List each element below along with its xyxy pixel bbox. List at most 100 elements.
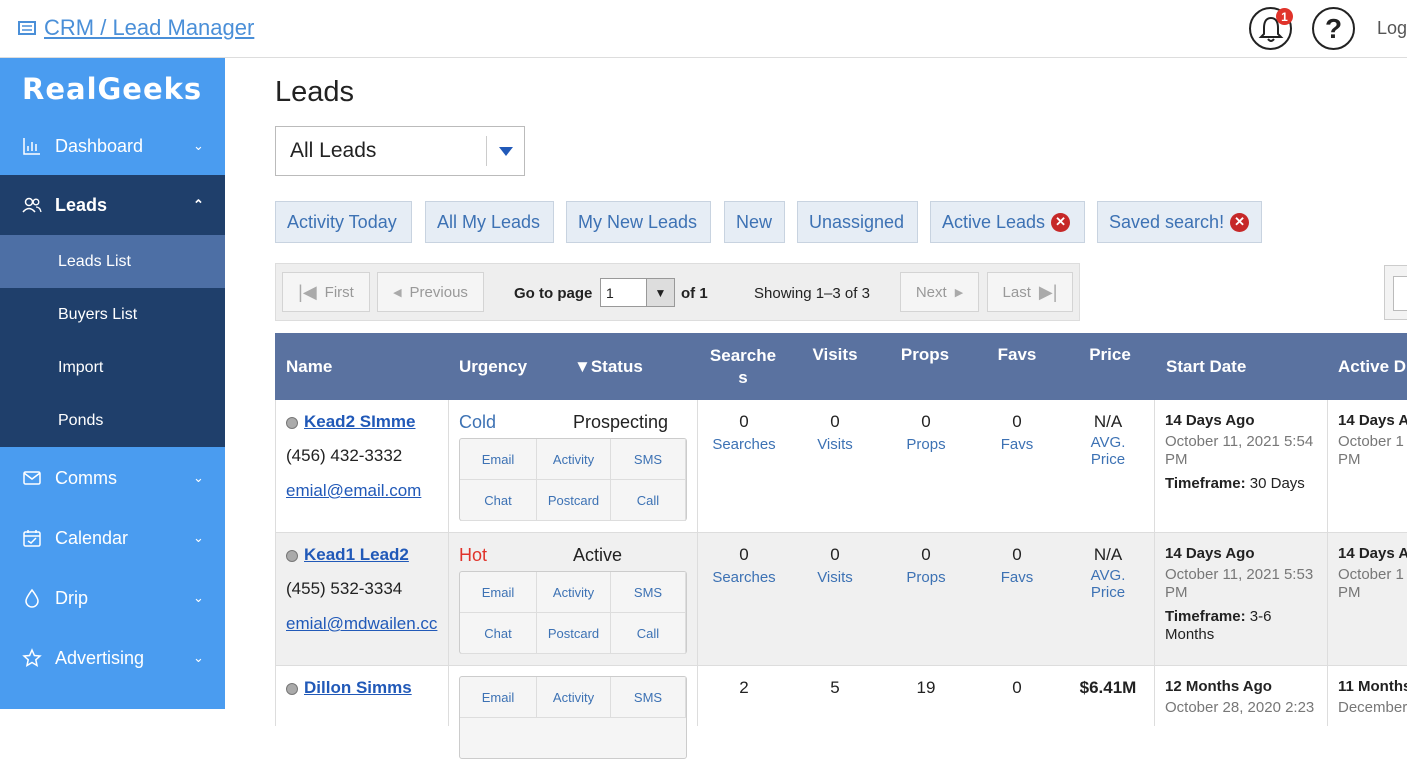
activity-action[interactable]: Activity xyxy=(537,439,611,480)
last-label: Last xyxy=(1002,283,1031,301)
active-date-cell: 14 Days A October 1 PM xyxy=(1328,400,1407,532)
price-value: $6.41M xyxy=(1079,678,1137,697)
searches-metric[interactable]: 0 Searches xyxy=(704,545,784,586)
visits-metric[interactable]: 0 Visits xyxy=(795,412,875,453)
sidebar-item-calendar[interactable]: Calendar ⌄ xyxy=(0,508,225,568)
searches-metric[interactable]: 0 Searches xyxy=(704,412,784,453)
sms-action[interactable]: SMS xyxy=(611,677,686,718)
price-value: N/A xyxy=(1093,412,1123,431)
filter-my-new-leads[interactable]: My New Leads xyxy=(566,201,711,243)
users-icon xyxy=(22,197,42,213)
col-start-date[interactable]: Start Date xyxy=(1166,333,1246,400)
status-label: Prospecting xyxy=(573,412,669,432)
filter-active-leads[interactable]: Active Leads ✕ xyxy=(930,201,1085,243)
start-absolute: October 28, 2020 2:23 xyxy=(1165,699,1315,716)
sidebar-item-leads[interactable]: Leads ⌃ xyxy=(0,175,225,235)
favs-metric[interactable]: 0 xyxy=(977,678,1057,698)
favs-metric[interactable]: 0 Favs xyxy=(977,412,1057,453)
props-metric[interactable]: 0 Props xyxy=(886,545,966,586)
sidebar-item-drip[interactable]: Drip ⌄ xyxy=(0,568,225,628)
props-count: 19 xyxy=(916,678,936,697)
favs-label: Favs xyxy=(1000,436,1034,453)
postcard-action[interactable]: Postcard xyxy=(537,480,611,521)
sms-action[interactable]: SMS xyxy=(611,572,686,613)
sidebar-item-comms[interactable]: Comms ⌄ xyxy=(0,448,225,508)
filter-activity-today[interactable]: Activity Today xyxy=(275,201,412,243)
email-action[interactable]: Email xyxy=(460,572,537,613)
col-active-date[interactable]: Active D xyxy=(1338,333,1406,400)
next-label: Next xyxy=(915,283,947,301)
props-metric[interactable]: 0 Props xyxy=(886,412,966,453)
active-absolute: December xyxy=(1338,699,1407,716)
skip-back-icon: |◀ xyxy=(298,281,317,302)
sidebar-subitem-ponds[interactable]: Ponds xyxy=(0,394,225,447)
activity-action[interactable]: Activity xyxy=(537,572,611,613)
page-select[interactable]: 1 ▼ xyxy=(600,278,675,307)
email-action[interactable]: Email xyxy=(460,677,537,718)
col-name[interactable]: Name xyxy=(286,333,332,400)
postcard-action[interactable]: Postcard xyxy=(537,613,611,654)
breadcrumb-link[interactable]: CRM / Lead Manager xyxy=(44,15,254,41)
filter-label: Activity Today xyxy=(287,211,397,232)
filter-label: My New Leads xyxy=(578,211,698,232)
start-absolute: October 11, 2021 5:54 PM xyxy=(1165,433,1314,468)
page-count: of 1 xyxy=(681,285,708,302)
col-visits[interactable]: Visits xyxy=(795,333,875,400)
sidebar-subitem-leads-list[interactable]: Leads List xyxy=(0,235,225,288)
lead-phone: (456) 432-3332 xyxy=(286,446,403,465)
filter-unassigned[interactable]: Unassigned xyxy=(797,201,918,243)
visits-metric[interactable]: 0 Visits xyxy=(795,545,875,586)
filter-new[interactable]: New xyxy=(724,201,785,243)
col-searches[interactable]: Searche s xyxy=(703,333,783,400)
lead-name-link[interactable]: Dillon Simms xyxy=(304,678,412,697)
lead-view-select[interactable]: All Leads xyxy=(275,126,525,176)
searches-metric[interactable]: 2 xyxy=(704,678,784,698)
first-page-button[interactable]: |◀ First xyxy=(282,272,370,312)
side-control-input[interactable] xyxy=(1393,276,1407,311)
visits-count: 5 xyxy=(830,678,840,697)
last-page-button[interactable]: Last ▶| xyxy=(987,272,1073,312)
col-favs[interactable]: Favs xyxy=(977,333,1057,400)
sidebar-item-advertising[interactable]: Advertising ⌄ xyxy=(0,628,225,688)
sms-action[interactable]: SMS xyxy=(611,439,686,480)
lead-name-link[interactable]: Kead2 SImme xyxy=(304,412,416,431)
chat-action[interactable]: Chat xyxy=(460,613,537,654)
filter-saved-search[interactable]: Saved search! ✕ xyxy=(1097,201,1262,243)
metrics-cell: 2 5 19 0 $6.41M xyxy=(698,666,1155,726)
logout-link[interactable]: Log xyxy=(1377,18,1407,39)
col-price[interactable]: Price xyxy=(1070,333,1150,400)
lead-email-link[interactable]: emial@email.com xyxy=(286,481,446,501)
table-row: Dillon Simms Email Activity SMS 2 5 19 0… xyxy=(275,666,1407,759)
sidebar-subitem-buyers-list[interactable]: Buyers List xyxy=(0,288,225,341)
price-metric: N/A AVG. Price xyxy=(1068,545,1148,601)
col-urgency[interactable]: Urgency xyxy=(459,333,527,400)
realgeeks-logo[interactable]: RealGeeks xyxy=(22,72,202,106)
help-button[interactable]: ? xyxy=(1312,7,1355,50)
previous-page-button[interactable]: ◀ Previous xyxy=(377,272,484,312)
filter-all-my-leads[interactable]: All My Leads xyxy=(425,201,554,243)
filter-label: All My Leads xyxy=(437,211,541,232)
remove-filter-icon[interactable]: ✕ xyxy=(1230,212,1250,232)
side-control[interactable] xyxy=(1384,265,1407,320)
favs-metric[interactable]: 0 Favs xyxy=(977,545,1057,586)
remove-filter-icon[interactable]: ✕ xyxy=(1051,212,1071,232)
chevron-down-icon: ⌄ xyxy=(193,590,204,605)
col-status[interactable]: ▼Status xyxy=(574,333,643,400)
table-row: Kead2 SImme (456) 432-3332 emial@email.c… xyxy=(275,400,1407,533)
lead-email-link[interactable]: emial@mdwailen.cc xyxy=(286,614,439,634)
metrics-cell: 0 Searches 0 Visits 0 Props 0 Favs N/A AVG. P… xyxy=(698,400,1155,532)
chat-action[interactable]: Chat xyxy=(460,480,537,521)
lead-name-link[interactable]: Kead1 Lead2 xyxy=(304,545,409,564)
sidebar-item-dashboard[interactable]: Dashboard ⌄ xyxy=(0,116,225,176)
next-page-button[interactable]: Next ▶ xyxy=(900,272,979,312)
visits-metric[interactable]: 5 xyxy=(795,678,875,698)
sidebar-subitem-import[interactable]: Import xyxy=(0,341,225,394)
call-action[interactable]: Call xyxy=(611,480,686,521)
col-props[interactable]: Props xyxy=(885,333,965,400)
email-action[interactable]: Email xyxy=(460,439,537,480)
activity-action[interactable]: Activity xyxy=(537,677,611,718)
action-grid: Email Activity SMS Chat Postcard Call xyxy=(459,571,687,654)
props-metric[interactable]: 19 xyxy=(886,678,966,698)
call-action[interactable]: Call xyxy=(611,613,686,654)
notifications-button[interactable]: 1 xyxy=(1249,7,1293,50)
